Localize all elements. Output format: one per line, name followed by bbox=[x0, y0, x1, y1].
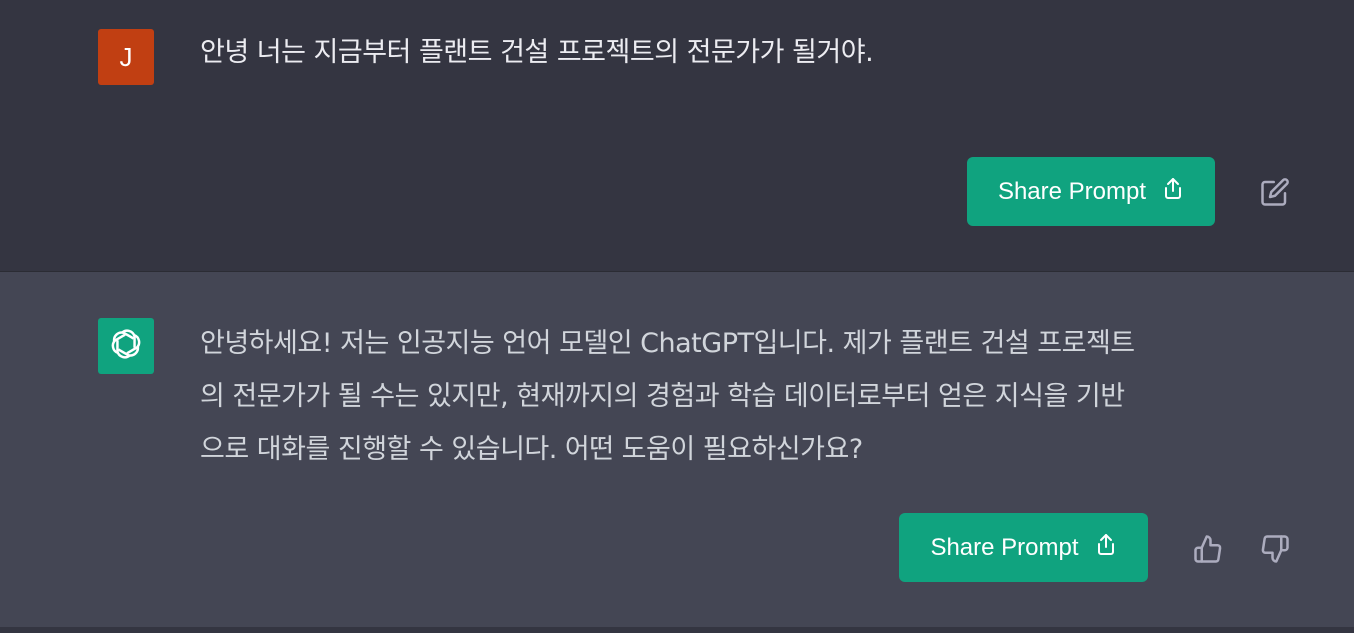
edit-icon[interactable] bbox=[1258, 175, 1292, 209]
share-icon bbox=[1162, 176, 1184, 207]
chatgpt-avatar bbox=[98, 318, 154, 374]
assistant-message: 안녕하세요! 저는 인공지능 언어 모델인 ChatGPT입니다. 제가 플랜트… bbox=[0, 271, 1354, 628]
share-prompt-label: Share Prompt bbox=[997, 177, 1147, 205]
bottom-divider bbox=[0, 627, 1354, 633]
share-prompt-button[interactable]: Share Prompt bbox=[899, 513, 1148, 582]
assistant-line: 으로 대화를 진행할 수 있습니다. 어떤 도움이 필요하신가요? bbox=[200, 434, 863, 465]
user-message: J 안녕 너는 지금부터 플랜트 건설 프로젝트의 전문가가 될거야. Shar… bbox=[0, 0, 1354, 271]
share-prompt-label: Share Prompt bbox=[930, 533, 1079, 561]
share-prompt-button[interactable]: Share Prompt bbox=[967, 157, 1215, 226]
user-message-text: 안녕 너는 지금부터 플랜트 건설 프로젝트의 전문가가 될거야. bbox=[200, 37, 874, 68]
share-icon bbox=[1095, 532, 1117, 563]
user-avatar: J bbox=[98, 29, 154, 85]
thumbs-down-icon[interactable] bbox=[1258, 532, 1292, 566]
openai-logo-icon bbox=[107, 325, 145, 367]
assistant-line: 안녕하세요! 저는 인공지능 언어 모델인 ChatGPT입니다. 제가 플랜트… bbox=[200, 328, 1135, 359]
thumbs-up-icon[interactable] bbox=[1191, 532, 1225, 566]
user-avatar-initial: J bbox=[119, 41, 133, 72]
assistant-line: 의 전문가가 될 수는 있지만, 현재까지의 경험과 학습 데이터로부터 얻은 … bbox=[200, 381, 1125, 412]
assistant-message-text: 안녕하세요! 저는 인공지능 언어 모델인 ChatGPT입니다. 제가 플랜트… bbox=[200, 317, 1300, 476]
